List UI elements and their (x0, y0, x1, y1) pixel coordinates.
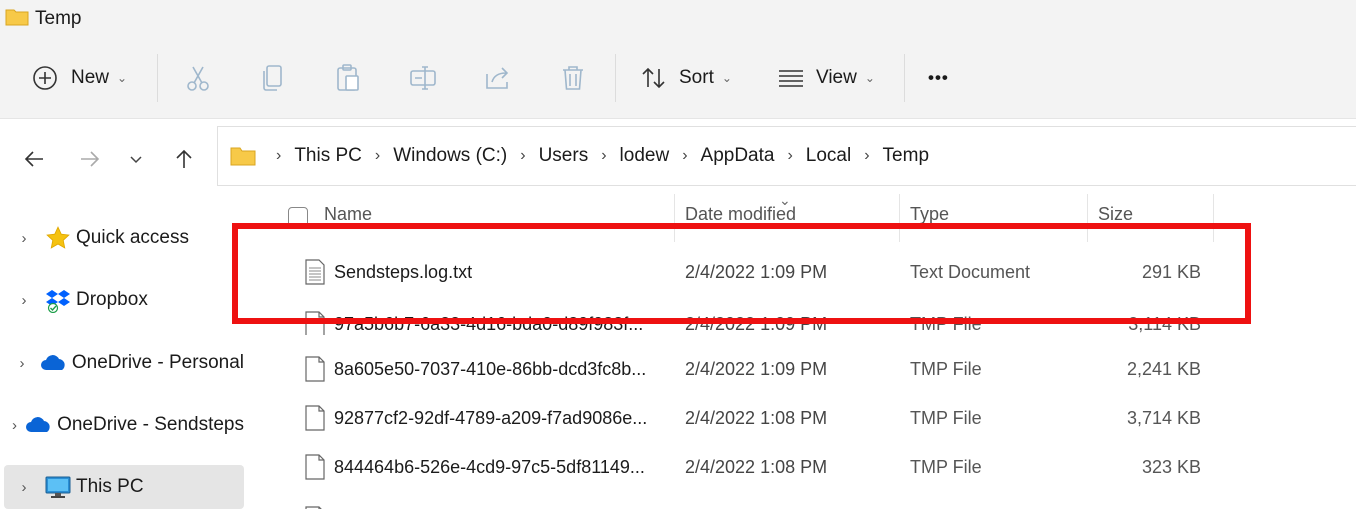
view-list-icon (779, 70, 803, 87)
recent-locations-button[interactable] (120, 143, 152, 175)
chevron-right-icon[interactable]: › (4, 479, 44, 496)
divider (157, 54, 158, 102)
command-bar: New ⌄ Sort ⌄ View ⌄ ••• (0, 38, 1356, 119)
chevron-right-icon[interactable]: › (365, 147, 390, 165)
file-icon (305, 405, 325, 431)
file-row[interactable]: 8a605e50-7037-410e-86bb-dcd3fc8b... 2/4/… (246, 346, 1356, 394)
sort-label: Sort (679, 67, 714, 88)
copy-icon[interactable] (257, 62, 289, 94)
folder-icon (5, 9, 29, 26)
onedrive-icon (40, 349, 68, 377)
chevron-right-icon[interactable]: › (4, 230, 44, 247)
file-size: 323 KB (1141, 457, 1201, 477)
paste-icon[interactable] (332, 62, 364, 94)
more-options-button[interactable]: ••• (928, 38, 949, 118)
chevron-right-icon: › (276, 147, 282, 164)
new-button[interactable]: New ⌄ (32, 38, 127, 118)
view-button[interactable]: View ⌄ (777, 38, 875, 118)
file-type: TMP File (910, 457, 982, 477)
delete-icon[interactable] (557, 62, 589, 94)
sidebar-item-quick-access[interactable]: › Quick access (4, 216, 244, 260)
sort-icon (642, 67, 665, 89)
chevron-right-icon[interactable]: › (4, 355, 40, 372)
sidebar-item-label: This PC (76, 476, 144, 497)
sidebar-item-onedrive-personal[interactable]: › OneDrive - Personal (4, 341, 244, 385)
new-label: New (71, 67, 110, 88)
window-title: Temp (35, 8, 82, 29)
sidebar-item-this-pc[interactable]: › This PC (4, 465, 244, 509)
file-type: TMP File (910, 359, 982, 379)
sidebar-item-label: Dropbox (76, 289, 148, 310)
chevron-down-icon: ⌄ (721, 71, 732, 85)
forward-button[interactable] (74, 143, 106, 175)
crumb-users[interactable]: Users (536, 145, 592, 167)
folder-icon (230, 147, 256, 166)
chevron-right-icon[interactable]: › (4, 417, 25, 434)
file-row-partial[interactable] (246, 496, 1356, 509)
arrow-up-icon (176, 149, 192, 168)
share-icon[interactable] (482, 62, 514, 94)
chevron-right-icon[interactable]: › (591, 147, 616, 165)
sidebar-item-label: Quick access (76, 227, 189, 248)
file-size: 3,714 KB (1126, 408, 1201, 428)
sidebar-item-label: OneDrive - Sendsteps (57, 414, 244, 435)
title-bar: Temp (0, 0, 1356, 38)
highlight-box (232, 223, 1251, 324)
chevron-right-icon[interactable]: › (672, 147, 697, 165)
address-bar[interactable]: › This PC › Windows (C:) › Users › lodew… (217, 126, 1356, 186)
arrow-left-icon (24, 151, 43, 167)
up-button[interactable] (168, 143, 200, 175)
chevron-right-icon[interactable]: › (510, 147, 535, 165)
star-icon (44, 224, 72, 252)
file-icon (305, 454, 325, 480)
dropbox-icon (44, 286, 72, 314)
file-row[interactable]: 844464b6-526e-4cd9-97c5-5df81149... 2/4/… (246, 444, 1356, 492)
file-name: 92877cf2-92df-4789-a209-f7ad9086e... (334, 408, 648, 428)
chevron-right-icon[interactable]: › (777, 147, 802, 165)
sidebar-item-dropbox[interactable]: › Dropbox (4, 278, 244, 322)
file-row[interactable]: 92877cf2-92df-4789-a209-f7ad9086e... 2/4… (246, 395, 1356, 443)
chevron-right-icon[interactable]: › (854, 147, 879, 165)
chevron-down-icon: ⌄ (864, 71, 875, 85)
divider (615, 54, 616, 102)
crumb-local[interactable]: Local (803, 145, 854, 167)
file-date: 2/4/2022 1:08 PM (685, 408, 828, 428)
file-icon (305, 356, 325, 382)
file-name: 8a605e50-7037-410e-86bb-dcd3fc8b... (334, 359, 647, 379)
sort-button[interactable]: Sort ⌄ (640, 38, 732, 118)
file-date: 2/4/2022 1:08 PM (685, 457, 828, 477)
more-icon: ••• (928, 68, 949, 87)
view-label: View (816, 67, 857, 88)
sidebar-item-label: OneDrive - Personal (71, 352, 244, 373)
computer-icon (44, 473, 72, 501)
file-date: 2/4/2022 1:09 PM (685, 359, 828, 379)
cut-icon[interactable] (182, 62, 214, 94)
file-name: 844464b6-526e-4cd9-97c5-5df81149... (334, 457, 645, 477)
sidebar-item-onedrive-sendsteps[interactable]: › OneDrive - Sendsteps (4, 403, 244, 447)
arrow-right-icon (81, 151, 100, 167)
onedrive-icon (25, 411, 53, 439)
crumb-temp[interactable]: Temp (880, 145, 932, 167)
chevron-right-icon[interactable]: › (4, 292, 44, 309)
plus-circle-icon (33, 66, 57, 90)
crumb-this-pc[interactable]: This PC (291, 145, 365, 167)
rename-icon[interactable] (407, 62, 439, 94)
breadcrumb: › This PC › Windows (C:) › Users › lodew… (230, 127, 932, 185)
back-button[interactable] (18, 143, 50, 175)
crumb-windows-c[interactable]: Windows (C:) (390, 145, 510, 167)
file-type: TMP File (910, 408, 982, 428)
crumb-lodew[interactable]: lodew (617, 145, 673, 167)
chevron-down-icon (130, 156, 142, 164)
chevron-down-icon: ⌄ (117, 71, 128, 85)
divider (904, 54, 905, 102)
file-size: 2,241 KB (1126, 359, 1201, 379)
crumb-appdata[interactable]: AppData (698, 145, 778, 167)
navigation-pane: › Quick access › Dropbox › OneDrive - Pe… (0, 208, 246, 509)
